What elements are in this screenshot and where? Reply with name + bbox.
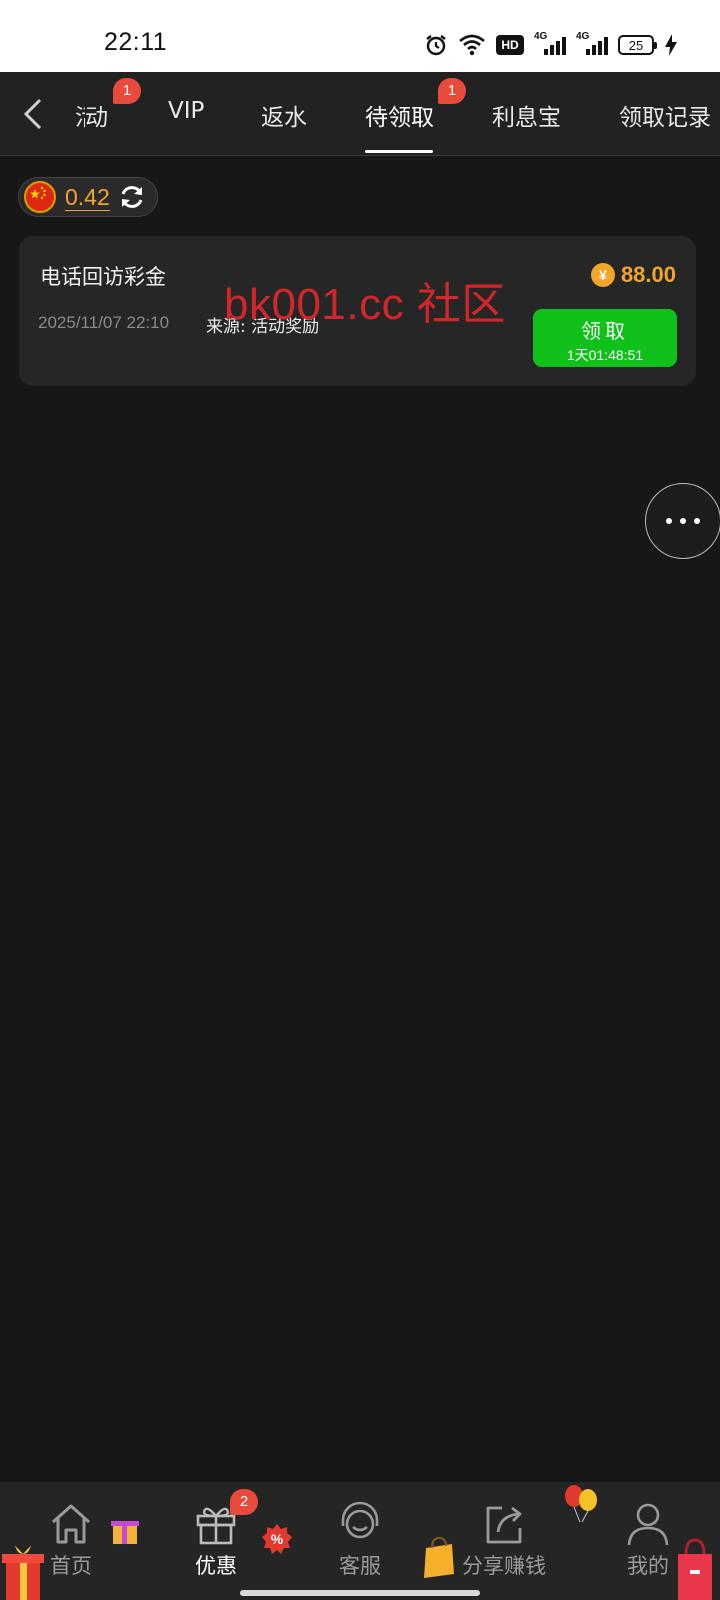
charging-icon xyxy=(665,34,677,56)
user-icon xyxy=(627,1503,669,1546)
tab-activity-badge: 1 xyxy=(113,78,141,104)
bottom-nav: 首页 优惠 2 客服 分享赚钱 我的 % xyxy=(0,1482,720,1600)
dot-icon xyxy=(666,518,672,524)
balance-value: 0.42 xyxy=(65,183,110,211)
tab-vip[interactable]: VIP xyxy=(168,98,204,124)
dot-icon xyxy=(694,518,700,524)
reward-amount-value: 88.00 xyxy=(620,262,676,287)
battery-level: 25 xyxy=(628,37,644,53)
signal-4g-icon: 4G xyxy=(534,31,566,57)
tab-pending-badge: 1 xyxy=(438,78,466,104)
claim-countdown: 1天01:48:51 xyxy=(566,347,644,363)
screen: 22:11 HD 4G 4G 25 动 1 VIP 返水 待领取 1 利息宝 领… xyxy=(0,0,720,1600)
home-icon xyxy=(52,1504,90,1544)
reward-date: 2025/11/07 22:10 xyxy=(38,313,170,332)
back-arrow-icon[interactable] xyxy=(18,96,48,132)
small-gift-decoration-icon xyxy=(111,1521,139,1544)
status-time: 22:11 xyxy=(104,28,168,56)
hd-icon: HD xyxy=(496,35,524,55)
nav-promotions-label: 优惠 xyxy=(195,1554,237,1578)
balance-pill: 0.42 xyxy=(18,177,158,217)
claim-button[interactable]: 领取 1天01:48:51 xyxy=(533,309,677,367)
refresh-icon[interactable] xyxy=(118,183,146,211)
nav-promotions[interactable]: 优惠 xyxy=(161,1500,271,1580)
nav-support[interactable]: 客服 xyxy=(305,1500,415,1580)
tab-pending[interactable]: 待领取 xyxy=(365,98,434,132)
tab-bar: 活动 1 VIP 返水 待领取 1 利息宝 领取记录 xyxy=(0,72,720,156)
claim-button-label: 领取 xyxy=(581,319,629,343)
watermark: bk001.cc 社区 xyxy=(224,280,506,329)
svg-text:%: % xyxy=(271,1531,284,1547)
home-indicator[interactable] xyxy=(240,1590,480,1596)
discount-badge-icon: % xyxy=(262,1524,292,1554)
dot-icon xyxy=(680,518,686,524)
tab-claim-history[interactable]: 领取记录 xyxy=(619,98,711,132)
reward-title: 电话回访彩金 xyxy=(40,265,166,289)
battery-icon: 25 xyxy=(618,35,657,55)
china-flag-icon xyxy=(24,181,56,213)
status-bar: 22:11 HD 4G 4G 25 xyxy=(0,0,720,72)
gift-box-decoration-icon xyxy=(2,1546,44,1600)
nav-share-earn-label: 分享赚钱 xyxy=(462,1554,546,1578)
tab-rebate[interactable]: 返水 xyxy=(261,98,307,132)
tab-interest[interactable]: 利息宝 xyxy=(492,98,561,132)
reward-amount: ¥ 88.00 xyxy=(590,262,676,288)
tab-activity-label: 动 xyxy=(85,105,108,131)
yen-coin-icon: ¥ xyxy=(590,263,615,287)
status-icons: HD 4G 4G 25 xyxy=(424,30,678,60)
tab-activity[interactable]: 活动 xyxy=(75,98,108,132)
headset-icon xyxy=(341,1501,379,1539)
balloons-decoration-icon xyxy=(565,1485,597,1523)
alarm-icon xyxy=(426,35,446,56)
share-icon xyxy=(486,1506,522,1544)
nav-support-label: 客服 xyxy=(339,1554,381,1578)
more-options-button[interactable] xyxy=(645,483,720,559)
nav-promotions-badge: 2 xyxy=(230,1489,258,1515)
gift-bags-decoration-icon xyxy=(678,1538,712,1600)
shopping-bag-decoration-icon xyxy=(424,1536,454,1578)
nav-share-earn[interactable]: 分享赚钱 xyxy=(448,1500,560,1580)
tab-active-indicator xyxy=(365,150,433,153)
wifi-icon xyxy=(459,34,485,56)
signal-4g-icon: 4G xyxy=(576,31,608,57)
